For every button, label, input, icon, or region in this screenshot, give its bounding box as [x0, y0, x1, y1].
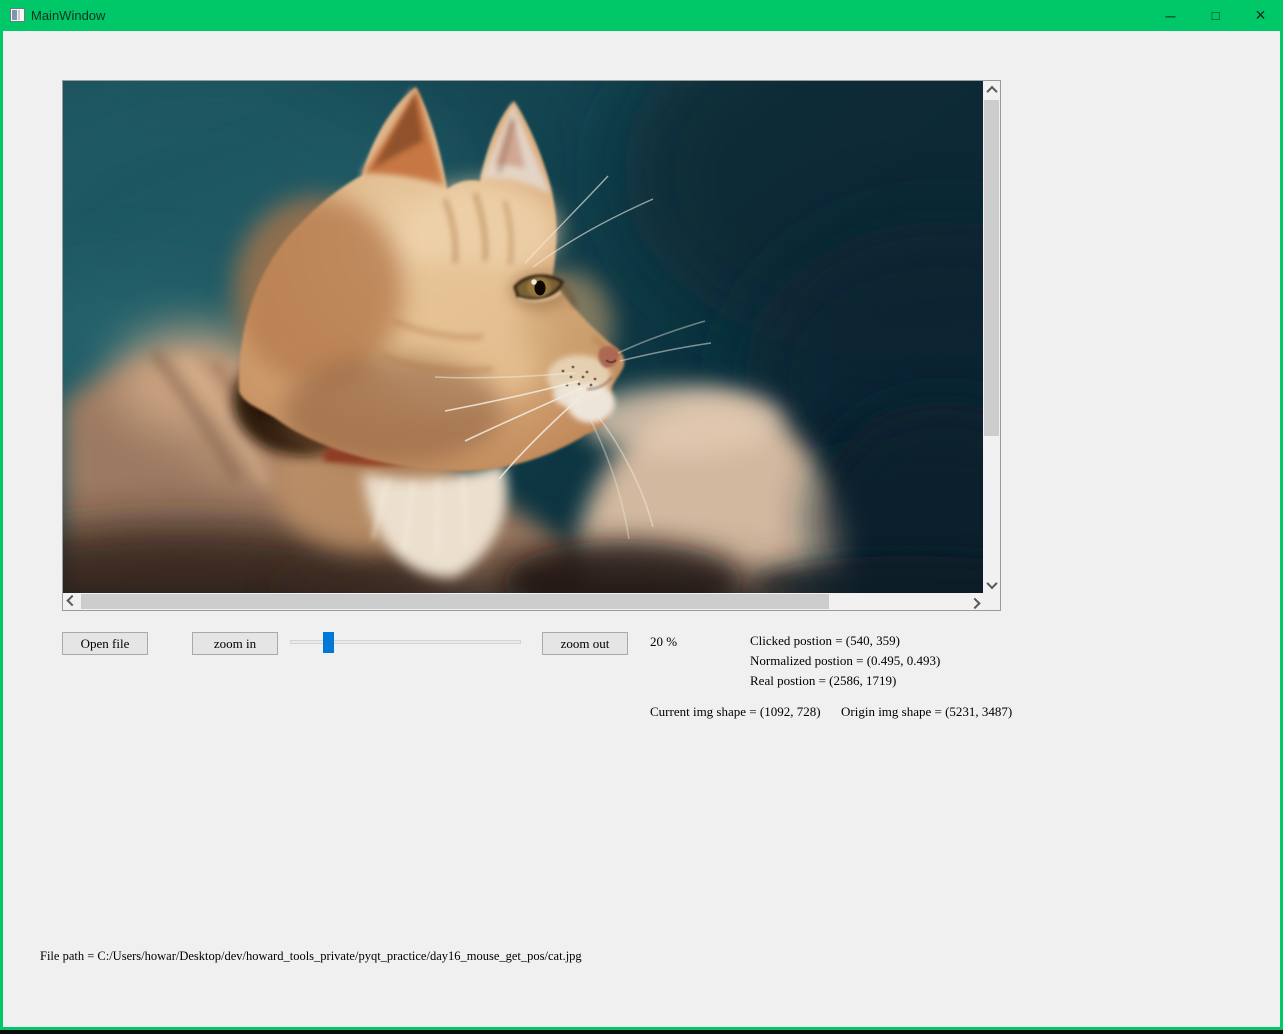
clicked-position-label: Clicked postion = (540, 359): [750, 633, 900, 649]
zoom-out-button[interactable]: zoom out: [542, 632, 628, 655]
current-img-shape-label: Current img shape = (1092, 728): [650, 704, 821, 720]
close-button[interactable]: ×: [1238, 0, 1283, 31]
minimize-icon: ─: [1166, 8, 1176, 24]
minimize-button[interactable]: ─: [1148, 0, 1193, 31]
cat-photo-image[interactable]: [63, 81, 983, 593]
window-border-left: [0, 31, 3, 1030]
vertical-scrollbar[interactable]: [983, 81, 1000, 593]
origin-img-shape-label: Origin img shape = (5231, 3487): [841, 704, 1012, 720]
scroll-up-icon: [986, 85, 997, 96]
real-position-label: Real postion = (2586, 1719): [750, 673, 896, 689]
horizontal-scrollbar-thumb[interactable]: [81, 594, 829, 609]
window-title: MainWindow: [31, 0, 105, 31]
scroll-right-icon: [969, 597, 980, 608]
vertical-scrollbar-thumb[interactable]: [984, 100, 999, 436]
file-path-label: File path = C:/Users/howar/Desktop/dev/h…: [40, 949, 582, 964]
close-icon: ×: [1255, 5, 1266, 26]
desktop-background: MainWindow ─ □ ×: [0, 0, 1283, 1034]
zoom-in-button[interactable]: zoom in: [192, 632, 278, 655]
image-scroll-area: [62, 80, 1001, 611]
zoom-slider-handle[interactable]: [323, 632, 334, 653]
window-border-bottom: [0, 1027, 1283, 1030]
image-viewport[interactable]: [63, 81, 983, 593]
open-file-button[interactable]: Open file: [62, 632, 148, 655]
scroll-down-button[interactable]: [983, 576, 1000, 593]
scrollbar-corner: [983, 593, 1000, 610]
zoom-slider[interactable]: [290, 631, 521, 654]
scroll-down-icon: [986, 577, 997, 588]
scroll-left-button[interactable]: [63, 593, 80, 610]
app-window-icon: [10, 8, 25, 22]
scroll-left-icon: [66, 594, 77, 605]
maximize-icon: □: [1212, 8, 1220, 23]
normalized-position-label: Normalized postion = (0.495, 0.493): [750, 653, 940, 669]
scroll-up-button[interactable]: [983, 81, 1000, 98]
maximize-button[interactable]: □: [1193, 0, 1238, 31]
main-window: MainWindow ─ □ ×: [0, 0, 1283, 1030]
title-bar[interactable]: MainWindow ─ □ ×: [0, 0, 1283, 31]
zoom-percent-label: 20 %: [650, 634, 677, 650]
scroll-right-button[interactable]: [966, 593, 983, 610]
horizontal-scrollbar[interactable]: [63, 593, 983, 610]
